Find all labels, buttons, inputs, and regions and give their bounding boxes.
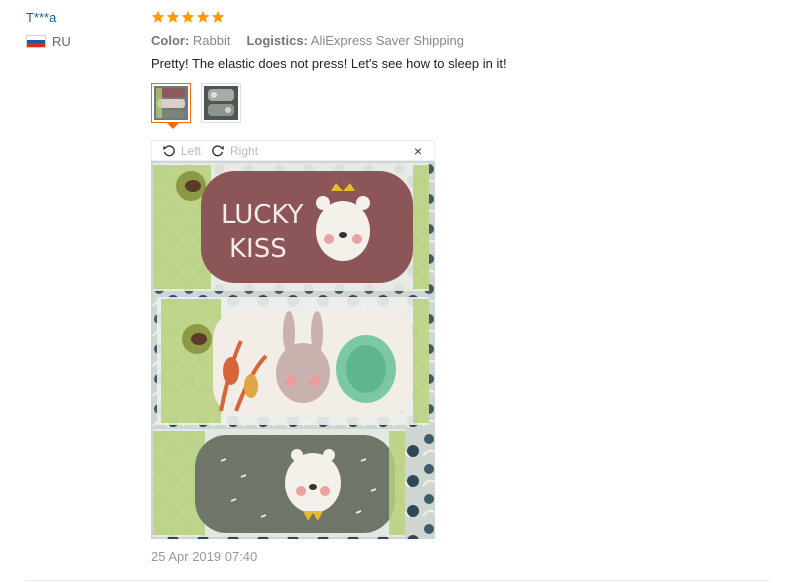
- rotate-left-icon: [163, 144, 175, 156]
- country-code: RU: [52, 34, 71, 49]
- review-photo: LUCKY KISS: [151, 161, 435, 539]
- review-photo-large[interactable]: LUCKY KISS: [151, 161, 435, 539]
- star-icon: [166, 10, 180, 23]
- russia-flag-icon: [26, 35, 46, 48]
- logistics-value: AliExpress Saver Shipping: [310, 33, 464, 48]
- star-icon: [181, 10, 195, 23]
- thumbnail-image: [154, 86, 188, 120]
- review-date: 25 Apr 2019 07:40: [151, 549, 258, 564]
- close-viewer-button[interactable]: ×: [414, 143, 422, 159]
- reviewer-info: T***a RU: [26, 10, 71, 49]
- color-value: Rabbit: [192, 33, 231, 48]
- reviewer-name: T***a: [26, 10, 57, 25]
- star-rating: [151, 8, 771, 26]
- review-content: Color: Rabbit Logistics: AliExpress Save…: [151, 8, 771, 71]
- star-icon: [151, 10, 165, 23]
- mask-text-kiss: KISS: [229, 234, 287, 264]
- photo-thumbnail-2[interactable]: [201, 83, 241, 123]
- logistics-info: Logistics: AliExpress Saver Shipping: [246, 33, 464, 48]
- rotate-right-icon: [212, 144, 224, 156]
- color-label: Color:: [151, 33, 190, 48]
- thumbnail-image: [204, 86, 238, 120]
- rotate-left-label: Left: [181, 143, 202, 158]
- star-icon: [211, 10, 225, 23]
- reviewer-country: RU: [26, 34, 71, 49]
- logistics-label: Logistics:: [246, 33, 308, 48]
- review-text: Pretty! The elastic does not press! Let'…: [151, 56, 507, 71]
- order-meta: Color: Rabbit Logistics: AliExpress Save…: [151, 33, 771, 48]
- star-icon: [196, 10, 210, 23]
- rotate-right-label: Right: [230, 143, 259, 158]
- color-info: Color: Rabbit: [151, 33, 230, 48]
- image-viewer-toolbar: Left Right ×: [151, 140, 435, 161]
- mask-text-lucky: LUCKY: [221, 200, 303, 230]
- photo-thumbnail-1[interactable]: [151, 83, 191, 129]
- rotate-right-button[interactable]: Right: [211, 144, 258, 158]
- rotate-left-button[interactable]: Left: [162, 144, 201, 158]
- photo-thumbnails: [151, 83, 241, 129]
- divider: [26, 580, 770, 581]
